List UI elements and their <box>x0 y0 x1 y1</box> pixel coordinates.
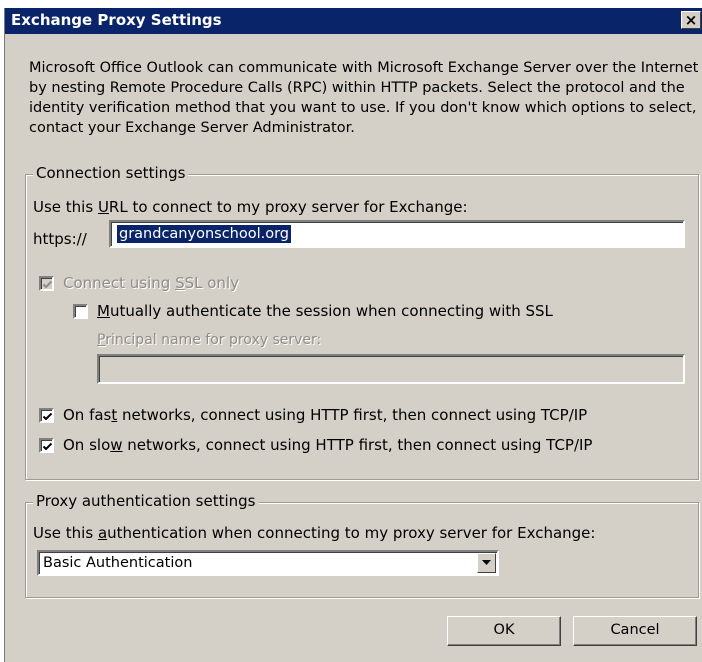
connection-settings-legend: Connection settings <box>33 164 189 182</box>
close-button[interactable]: × <box>681 11 701 29</box>
intro-text: Microsoft Office Outlook can communicate… <box>29 60 699 136</box>
principal-name-input[interactable] <box>97 354 685 384</box>
proxy-url-input[interactable]: grandcanyonschool.org <box>109 220 685 248</box>
ssl-only-checkbox[interactable] <box>39 276 54 291</box>
proxy-auth-select[interactable]: Basic Authentication <box>37 550 499 576</box>
dropdown-button[interactable] <box>477 553 496 573</box>
fast-networks-label: On fast networks, connect using HTTP fir… <box>63 406 588 424</box>
proxy-auth-label: Use this authentication when connecting … <box>33 524 596 542</box>
mutual-auth-label: Mutually authenticate the session when c… <box>97 302 553 320</box>
cancel-button[interactable]: Cancel <box>573 616 697 646</box>
dialog-title: Exchange Proxy Settings <box>11 11 222 29</box>
proxy-auth-legend: Proxy authentication settings <box>33 492 259 510</box>
slow-networks-label: On slow networks, connect using HTTP fir… <box>63 436 593 454</box>
principal-name-label: Principal name for proxy server: <box>97 332 322 348</box>
fast-networks-checkbox[interactable] <box>39 408 54 423</box>
proxy-url-value: grandcanyonschool.org <box>117 225 292 243</box>
checkmark-icon <box>42 442 53 451</box>
ssl-only-label: Connect using SSL only <box>63 274 239 292</box>
url-label: Use this URL to connect to my proxy serv… <box>33 198 468 216</box>
ok-button[interactable]: OK <box>447 616 561 646</box>
proxy-auth-selected-value: Basic Authentication <box>43 555 193 571</box>
url-prefix-label: https:// <box>33 230 87 248</box>
chevron-down-icon <box>482 560 491 565</box>
mutual-auth-checkbox[interactable] <box>73 304 88 319</box>
title-bar[interactable]: Exchange Proxy Settings × <box>5 8 702 34</box>
close-icon: × <box>684 11 698 29</box>
exchange-proxy-settings-dialog: Exchange Proxy Settings × Microsoft Offi… <box>4 8 702 662</box>
slow-networks-checkbox[interactable] <box>39 438 54 453</box>
checkmark-icon <box>42 280 53 289</box>
checkmark-icon <box>42 412 53 421</box>
